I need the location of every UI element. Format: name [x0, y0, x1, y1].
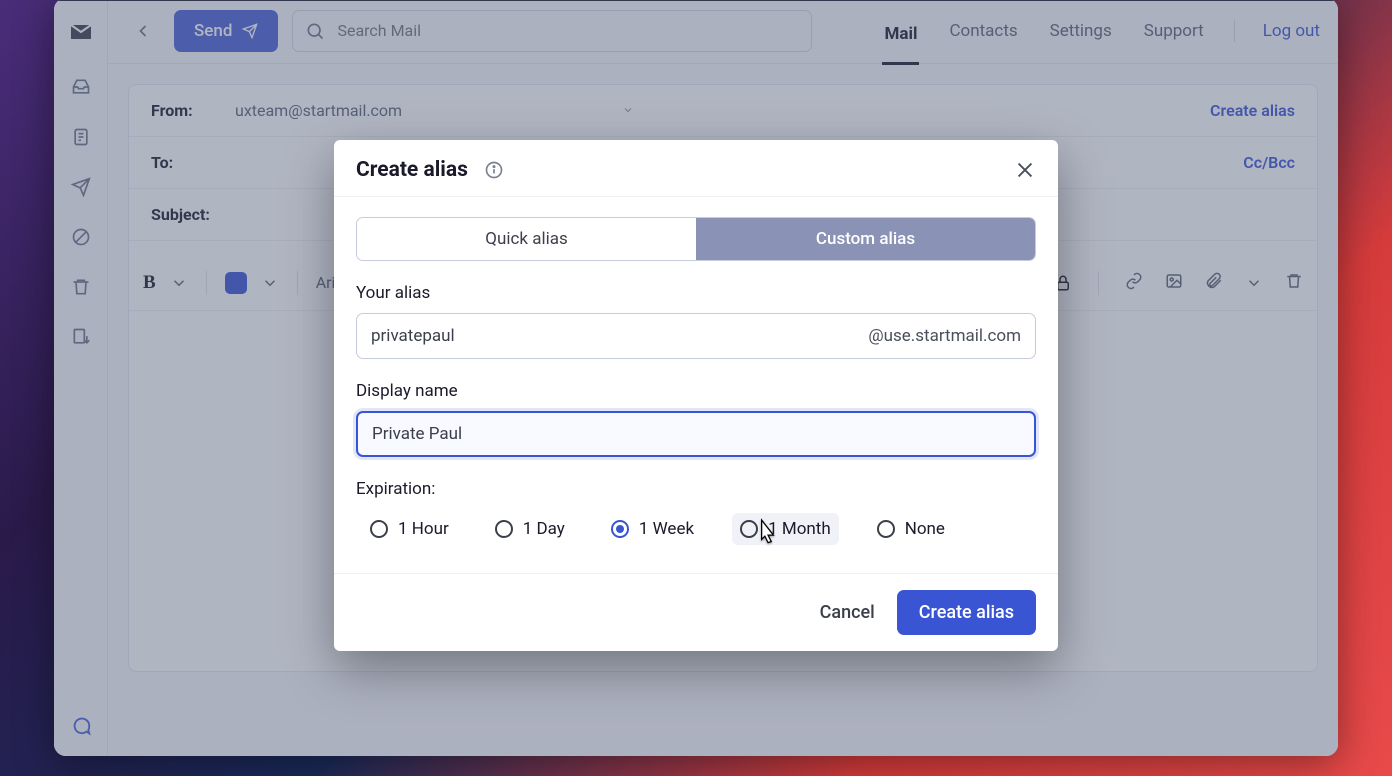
radio-icon [370, 520, 388, 538]
alias-type-segmented: Quick alias Custom alias [356, 217, 1036, 261]
tab-custom-alias[interactable]: Custom alias [696, 218, 1035, 260]
expiration-option-label: 1 Hour [398, 519, 449, 539]
expiration-option-label: 1 Week [639, 519, 694, 539]
alias-input[interactable] [371, 326, 868, 346]
cancel-button[interactable]: Cancel [820, 602, 875, 623]
display-name-label: Display name [356, 381, 1036, 401]
close-button[interactable] [1014, 159, 1036, 181]
expiration-option[interactable]: None [869, 513, 953, 545]
expiration-option-label: None [905, 519, 945, 539]
expiration-option[interactable]: 1 Month [732, 513, 839, 545]
radio-icon [611, 520, 629, 538]
alias-input-wrap[interactable]: @use.startmail.com [356, 313, 1036, 359]
radio-icon [495, 520, 513, 538]
alias-domain-suffix: @use.startmail.com [868, 326, 1021, 346]
expiration-option[interactable]: 1 Day [487, 513, 573, 545]
expiration-option-label: 1 Day [523, 519, 565, 539]
create-alias-submit-button[interactable]: Create alias [897, 590, 1036, 635]
radio-icon [877, 520, 895, 538]
display-name-input[interactable] [372, 424, 1020, 444]
display-name-input-wrap[interactable] [356, 411, 1036, 457]
info-icon[interactable] [484, 160, 504, 180]
expiration-option[interactable]: 1 Hour [362, 513, 457, 545]
modal-title: Create alias [356, 158, 468, 182]
expiration-option-label: 1 Month [768, 519, 831, 539]
create-alias-modal: Create alias Quick alias Custom alias Yo… [334, 140, 1058, 651]
modal-overlay: Create alias Quick alias Custom alias Yo… [54, 0, 1338, 756]
alias-field-label: Your alias [356, 283, 1036, 303]
tab-quick-alias[interactable]: Quick alias [357, 218, 696, 260]
radio-icon [740, 520, 758, 538]
expiration-label: Expiration: [356, 479, 1036, 499]
expiration-radio-group: 1 Hour 1 Day 1 Week 1 Month None [356, 509, 1036, 567]
expiration-option[interactable]: 1 Week [603, 513, 702, 545]
